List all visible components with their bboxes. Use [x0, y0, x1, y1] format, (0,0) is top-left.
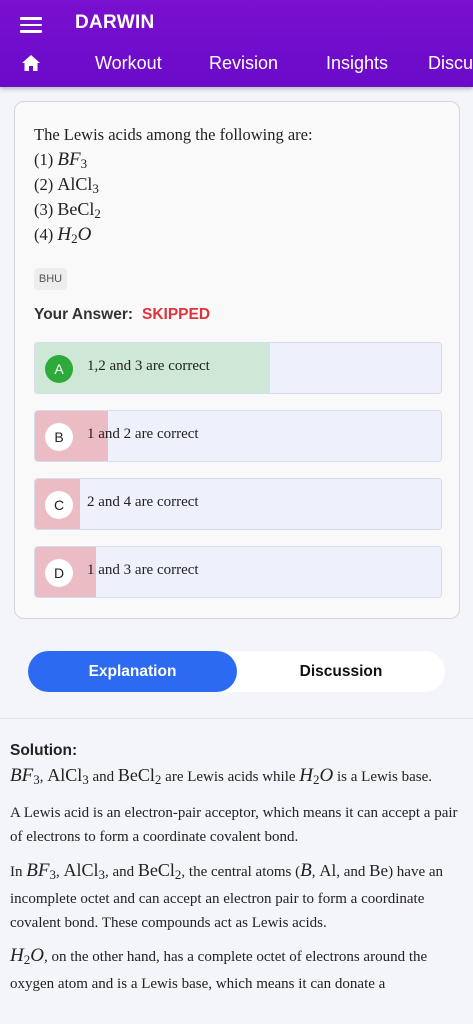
option-letter: A — [45, 355, 73, 383]
solution-title: Solution: — [10, 742, 78, 759]
divider — [0, 718, 473, 719]
option-text: 1 and 2 are correct — [87, 426, 199, 442]
option-letter: D — [45, 559, 73, 587]
app-bar: DARWIN Workout Revision Insights Discu — [0, 0, 473, 87]
question-item: (3) BeCl2 — [34, 199, 101, 221]
explanation-discussion-toggle: Explanation Discussion — [28, 651, 445, 692]
tab-revision[interactable]: Revision — [209, 53, 278, 74]
discussion-tab[interactable]: Discussion — [237, 651, 445, 692]
tab-insights[interactable]: Insights — [326, 53, 388, 74]
answer-status: SKIPPED — [142, 306, 211, 323]
option-text: 2 and 4 are correct — [87, 494, 199, 510]
question-card: The Lewis acids among the following are:… — [14, 101, 460, 619]
question-text: The Lewis acids among the following are:… — [34, 122, 444, 247]
option-a[interactable]: A 1,2 and 3 are correct — [34, 342, 442, 394]
solution-paragraph: In BF3, AlCl3, and BeCl2, the central at… — [10, 860, 444, 931]
question-item: (1) BF3 — [34, 149, 88, 171]
tab-workout[interactable]: Workout — [95, 53, 162, 74]
app-title: DARWIN — [75, 12, 155, 33]
solution-paragraph: A Lewis acid is an electron-pair accepto… — [10, 805, 458, 845]
question-intro: The Lewis acids among the following are: — [34, 125, 313, 144]
option-letter: B — [45, 423, 73, 451]
menu-icon[interactable] — [20, 14, 44, 34]
option-text: 1 and 3 are correct — [87, 562, 199, 578]
explanation-tab[interactable]: Explanation — [28, 651, 237, 692]
source-tag: BHU — [34, 268, 67, 290]
option-text: 1,2 and 3 are correct — [87, 358, 210, 374]
question-item: (4) H2O — [34, 224, 92, 246]
home-icon[interactable] — [21, 54, 41, 72]
option-b[interactable]: B 1 and 2 are correct — [34, 410, 442, 462]
solution-paragraph: H2O, on the other hand, has a complete o… — [10, 945, 428, 992]
question-item: (2) AlCl3 — [34, 174, 99, 196]
option-c[interactable]: C 2 and 4 are correct — [34, 478, 442, 530]
solution-paragraph: BF3, AlCl3 and BeCl2 are Lewis acids whi… — [10, 765, 432, 787]
your-answer-label: Your Answer: — [34, 306, 134, 323]
solution-section: Solution: BF3, AlCl3 and BeCl2 are Lewis… — [10, 739, 462, 1005]
tab-discussion[interactable]: Discu — [428, 53, 473, 74]
option-d[interactable]: D 1 and 3 are correct — [34, 546, 442, 598]
option-letter: C — [45, 491, 73, 519]
